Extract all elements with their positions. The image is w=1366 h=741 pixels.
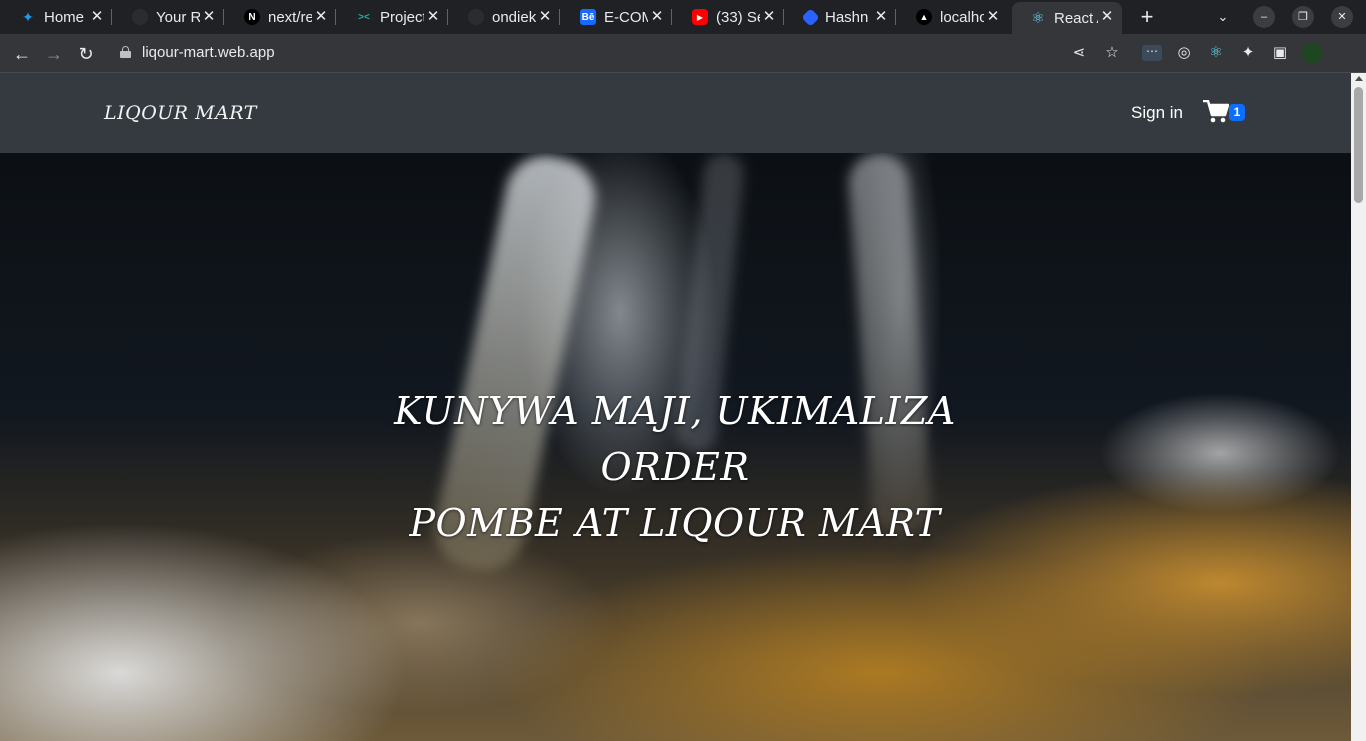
close-window-button[interactable]: ✕ (1331, 6, 1353, 28)
behance-icon: Bē (580, 9, 596, 25)
project-icon: >< (358, 11, 370, 23)
scroll-up-arrow-icon[interactable] (1355, 76, 1363, 81)
react-devtools-icon[interactable]: ⚛ (1206, 43, 1226, 63)
github-icon (468, 9, 484, 25)
site-navbar: LIQOUR MART Sign in 1 (0, 73, 1351, 153)
close-icon[interactable]: ✕ (874, 8, 888, 26)
scrollbar-thumb[interactable] (1354, 87, 1363, 203)
close-icon[interactable]: ✕ (538, 8, 552, 26)
cart-count-badge: 1 (1229, 104, 1245, 121)
back-arrow-icon[interactable]: ← (10, 42, 34, 66)
hero-headline-line-2: POMBE AT LIQOUR MART (409, 501, 941, 545)
side-panel-icon[interactable]: ▣ (1270, 43, 1290, 63)
react-icon: ⚛ (1031, 10, 1045, 27)
hero-headline: KUNYWA MAJI, UKIMALIZA ORDER POMBE AT LI… (330, 383, 1020, 551)
browser-toolbar: ← → ↻ liqour-mart.web.app ⋖ ☆ ⋯ ◎ ⚛ ✦ ▣ (0, 34, 1366, 73)
close-icon[interactable]: ✕ (90, 8, 104, 26)
forward-arrow-icon[interactable]: → (42, 42, 66, 66)
tab-youtube[interactable]: ▶ (33) Se ✕ (674, 2, 784, 32)
tab-twitter[interactable]: ✦ Home / ✕ (2, 2, 112, 32)
extension-target-icon[interactable]: ◎ (1174, 43, 1194, 63)
hashnode-icon (801, 7, 820, 27)
vercel-icon: ▲ (916, 9, 932, 25)
close-icon[interactable]: ✕ (314, 8, 328, 26)
hero-banner: KUNYWA MAJI, UKIMALIZA ORDER POMBE AT LI… (0, 153, 1351, 741)
close-icon[interactable]: ✕ (650, 8, 664, 26)
close-icon[interactable]: ✕ (426, 8, 440, 26)
tab-strip: ✦ Home / ✕ Your Re ✕ N next/re ✕ >< Proj… (0, 0, 1366, 34)
lock-icon (120, 46, 131, 58)
tab-hashnode[interactable]: Hashn ✕ (786, 2, 896, 32)
reload-icon[interactable]: ↻ (74, 42, 98, 66)
page-viewport: LIQOUR MART Sign in 1 KUNYWA MAJI, UKIMA… (0, 73, 1351, 741)
tab-ecom[interactable]: Bē E-COM ✕ (562, 2, 672, 32)
new-tab-button[interactable]: + (1134, 4, 1160, 30)
tab-project[interactable]: >< Project ✕ (338, 2, 448, 32)
brand-logo[interactable]: LIQOUR MART (104, 102, 257, 124)
tab-localhost[interactable]: ▲ localhc ✕ (898, 2, 1008, 32)
address-bar[interactable]: liqour-mart.web.app (108, 37, 1128, 69)
youtube-icon: ▶ (692, 9, 708, 25)
profile-avatar[interactable] (1302, 43, 1322, 63)
tab-search-chevron-icon[interactable]: ⌄ (1212, 6, 1234, 28)
close-icon[interactable]: ✕ (986, 8, 1000, 26)
page-scrollbar[interactable] (1351, 73, 1366, 741)
tab-ondiek[interactable]: ondiek ✕ (450, 2, 560, 32)
close-icon[interactable]: ✕ (1100, 8, 1114, 26)
extensions-puzzle-icon[interactable]: ✦ (1238, 43, 1258, 63)
close-icon[interactable]: ✕ (202, 8, 216, 26)
shopping-cart-icon (1203, 100, 1229, 123)
url-text[interactable]: liqour-mart.web.app (142, 44, 275, 61)
bookmark-star-icon[interactable]: ☆ (1102, 43, 1122, 63)
hero-headline-line-1: KUNYWA MAJI, UKIMALIZA ORDER (394, 389, 956, 489)
restore-button[interactable]: ❐ (1292, 6, 1314, 28)
tab-react-app-active[interactable]: ⚛ React A ✕ (1012, 2, 1122, 34)
github-icon (132, 9, 148, 25)
signin-link[interactable]: Sign in (1131, 103, 1183, 123)
tab-github-repos[interactable]: Your Re ✕ (114, 2, 224, 32)
minimize-button[interactable]: – (1253, 6, 1275, 28)
close-icon[interactable]: ✕ (762, 8, 776, 26)
tab-next[interactable]: N next/re ✕ (226, 2, 336, 32)
extension-dots-icon[interactable]: ⋯ (1142, 45, 1162, 61)
share-icon[interactable]: ⋖ (1069, 43, 1089, 63)
cart-button[interactable]: 1 (1203, 100, 1247, 126)
twitter-icon: ✦ (22, 8, 34, 25)
nextjs-icon: N (244, 9, 260, 25)
